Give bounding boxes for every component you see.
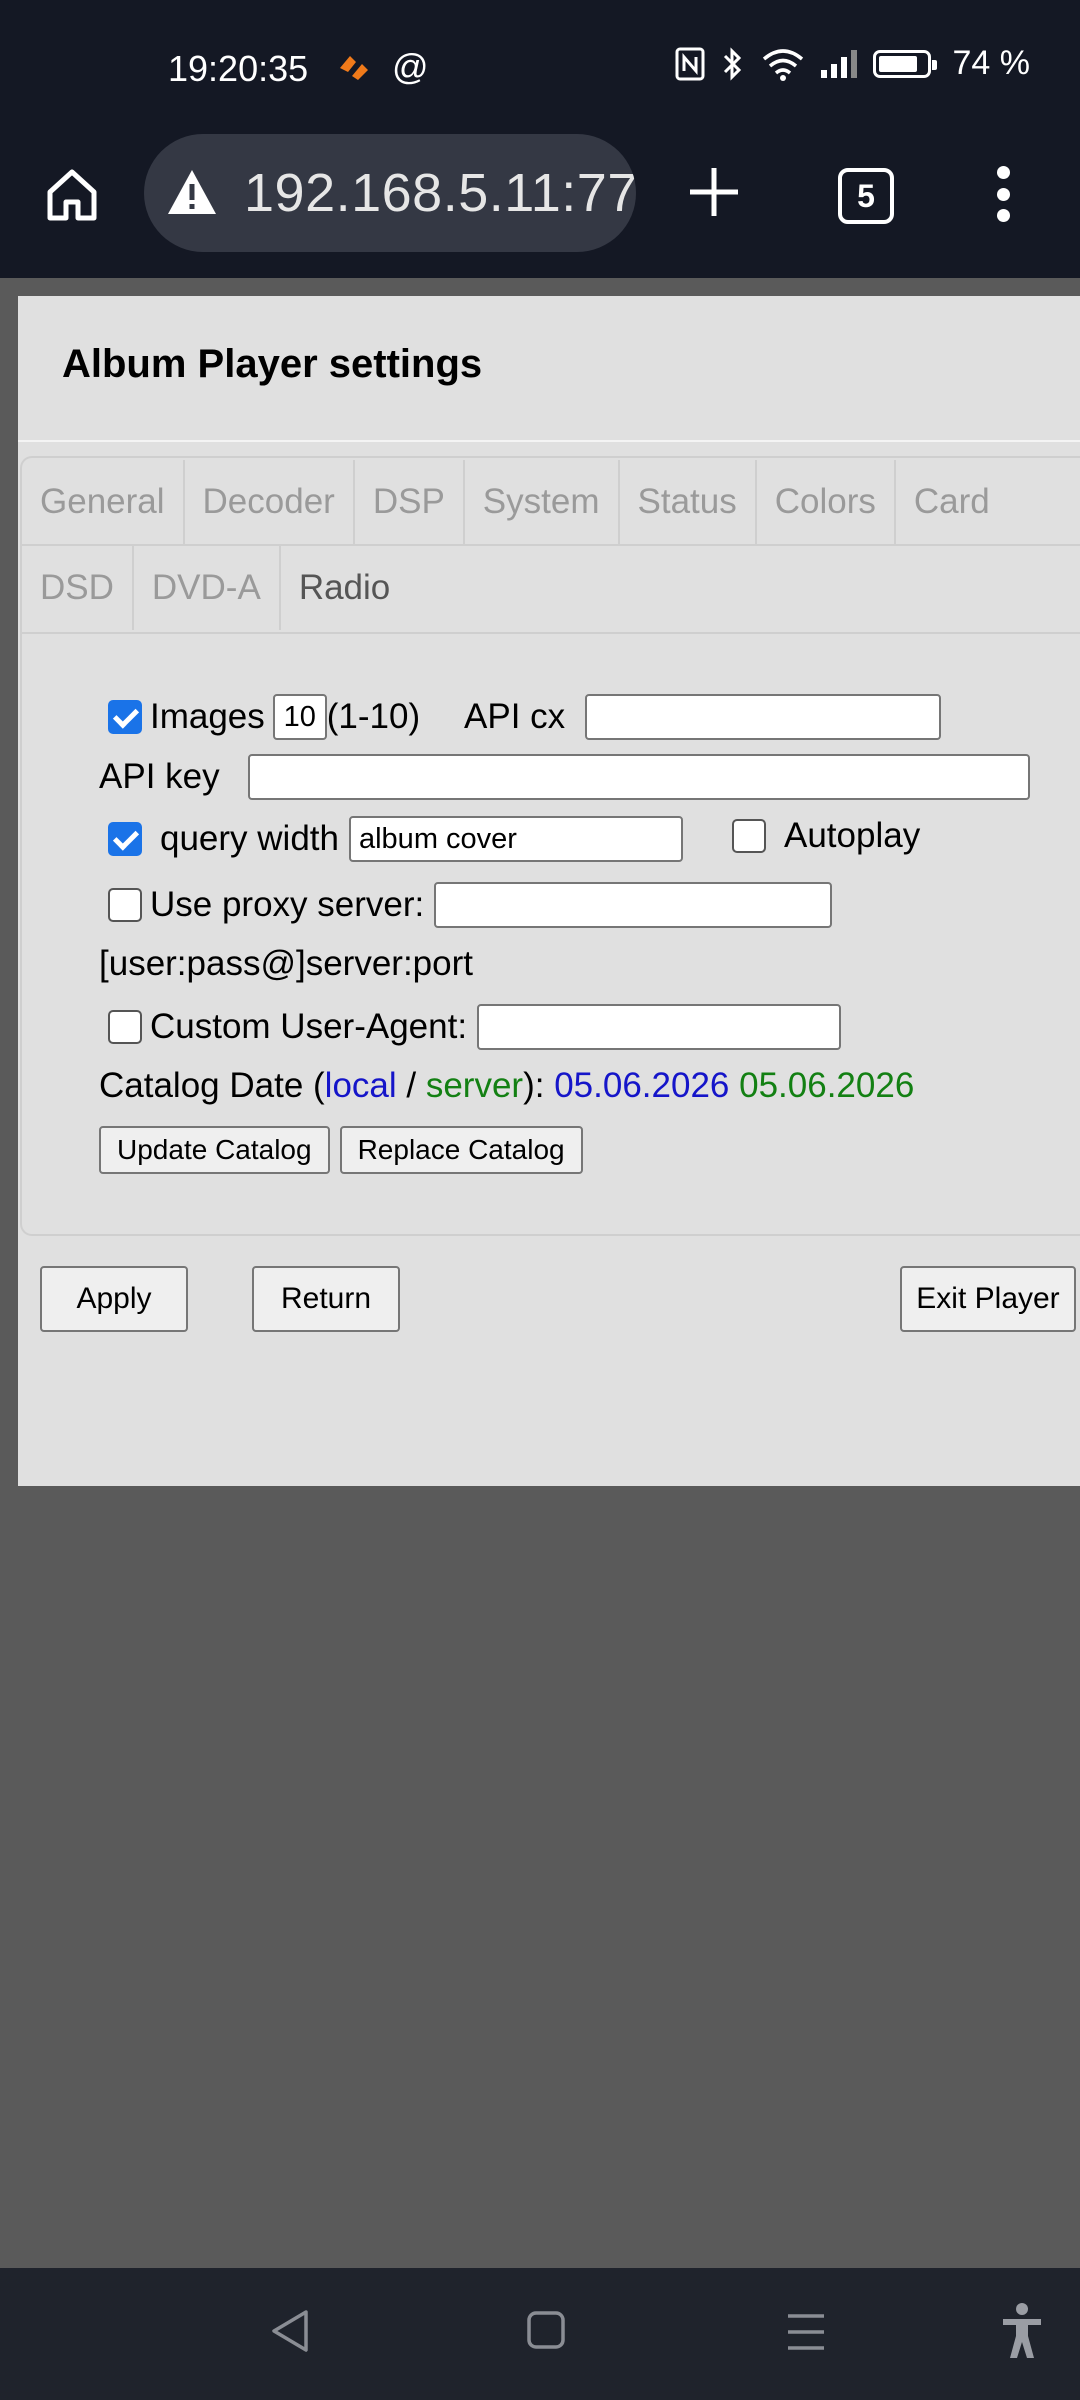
user-agent-label: Custom User-Agent: xyxy=(150,1007,468,1046)
catalog-local-date: 05.06.2026 xyxy=(554,1066,730,1105)
catalog-server-date: 05.06.2026 xyxy=(739,1066,915,1105)
tab-dvd-a[interactable]: DVD-A xyxy=(134,546,281,630)
home-icon xyxy=(47,169,97,221)
recents-menu-icon[interactable] xyxy=(786,2312,826,2352)
bluetooth-icon xyxy=(723,46,741,81)
signal-icon xyxy=(820,49,857,78)
proxy-checkbox[interactable] xyxy=(108,888,142,922)
system-nav-bar xyxy=(0,2268,1080,2400)
catalog-date-label: Catalog Date ( xyxy=(99,1066,325,1105)
proxy-format-hint: [user:pass@]server:port xyxy=(99,944,473,983)
autoplay-checkbox[interactable] xyxy=(732,819,766,853)
autoplay-row: Autoplay xyxy=(732,816,920,856)
tab-content-divider xyxy=(22,632,1080,634)
user-agent-row: Custom User-Agent: xyxy=(108,1004,842,1050)
dialog-title: Album Player settings xyxy=(62,342,483,386)
status-time: 19:20:35 xyxy=(168,48,309,89)
user-agent-input[interactable] xyxy=(477,1004,842,1050)
tab-switcher-button[interactable]: 5 xyxy=(838,168,894,224)
tab-radio[interactable]: Radio xyxy=(281,546,408,630)
catalog-buttons-row: Update Catalog Replace Catalog xyxy=(99,1126,583,1174)
warning-icon[interactable] xyxy=(166,168,218,216)
proxy-label: Use proxy server: xyxy=(150,885,425,924)
new-tab-button[interactable] xyxy=(686,150,742,232)
images-range-hint: (1-10) xyxy=(326,697,421,736)
tab-decoder[interactable]: Decoder xyxy=(185,460,355,544)
battery-icon xyxy=(872,49,937,78)
images-label: Images xyxy=(150,697,265,736)
api-key-input[interactable] xyxy=(247,754,1030,800)
tab-dsp[interactable]: DSP xyxy=(355,460,465,544)
address-bar[interactable]: 192.168.5.11:7778 xyxy=(144,134,636,252)
api-cx-row: API cx xyxy=(464,694,942,740)
menu-dot-icon xyxy=(996,209,1010,222)
nfc-icon xyxy=(675,47,704,80)
proxy-hint-row: [user:pass@]server:port xyxy=(99,944,473,984)
replace-catalog-button[interactable]: Replace Catalog xyxy=(339,1126,583,1174)
menu-dot-icon xyxy=(996,187,1010,201)
proxy-input[interactable] xyxy=(434,882,833,928)
tab-colors[interactable]: Colors xyxy=(757,460,896,544)
tab-status[interactable]: Status xyxy=(620,460,757,544)
title-divider xyxy=(18,440,1080,442)
tab-row-2: DSD DVD-A Radio xyxy=(22,546,408,632)
api-cx-label: API cx xyxy=(464,697,566,736)
at-sign-icon: @ xyxy=(392,46,429,87)
images-checkbox[interactable] xyxy=(108,700,142,734)
url-text[interactable]: 192.168.5.11:7778 xyxy=(244,162,636,224)
catalog-server-label: server xyxy=(425,1066,524,1105)
proxy-row: Use proxy server: xyxy=(108,882,833,928)
catalog-date-row: Catalog Date (local / server): 05.06.202… xyxy=(99,1066,914,1106)
app-notification-icon xyxy=(340,56,368,80)
home-nav-icon[interactable] xyxy=(526,2310,566,2350)
status-bar: 19:20:35 @ 74 % xyxy=(0,0,1080,140)
api-cx-input[interactable] xyxy=(585,694,942,740)
update-catalog-button[interactable]: Update Catalog xyxy=(99,1126,330,1174)
exit-player-button[interactable]: Exit Player xyxy=(900,1266,1076,1332)
tab-general[interactable]: General xyxy=(22,460,185,544)
api-key-label: API key xyxy=(99,757,220,796)
images-row: Images 10 (1-10) xyxy=(108,694,420,740)
tab-row-1: General Decoder DSP System Status Colors… xyxy=(22,460,1008,546)
catalog-slash: / xyxy=(396,1066,426,1105)
catalog-local-label: local xyxy=(324,1066,397,1105)
browser-toolbar: 192.168.5.11:7778 5 xyxy=(0,134,1080,278)
menu-dot-icon xyxy=(996,166,1010,179)
home-button[interactable] xyxy=(40,162,104,226)
wifi-icon xyxy=(762,48,803,81)
query-row: query width album cover xyxy=(108,816,683,862)
settings-dialog: Album Player settings General Decoder DS… xyxy=(18,296,1080,1486)
query-input[interactable]: album cover xyxy=(348,816,683,862)
plus-icon xyxy=(690,168,738,216)
apply-button[interactable]: Apply xyxy=(40,1266,188,1332)
return-button[interactable]: Return xyxy=(252,1266,400,1332)
query-width-label: query width xyxy=(160,819,339,858)
battery-percent: 74 % xyxy=(952,44,1031,82)
tab-card[interactable]: Card xyxy=(896,460,1008,544)
images-count-input[interactable]: 10 xyxy=(272,694,327,740)
query-width-checkbox[interactable] xyxy=(108,822,142,856)
custom-user-agent-checkbox[interactable] xyxy=(108,1010,142,1044)
more-menu-button[interactable] xyxy=(996,166,1010,222)
tab-system[interactable]: System xyxy=(465,460,620,544)
autoplay-label: Autoplay xyxy=(784,816,921,855)
back-icon[interactable] xyxy=(268,2306,312,2356)
catalog-close: ): xyxy=(523,1066,555,1105)
accessibility-icon[interactable] xyxy=(1000,2302,1044,2360)
tab-dsd[interactable]: DSD xyxy=(22,546,134,630)
api-key-row: API key xyxy=(99,754,1030,800)
